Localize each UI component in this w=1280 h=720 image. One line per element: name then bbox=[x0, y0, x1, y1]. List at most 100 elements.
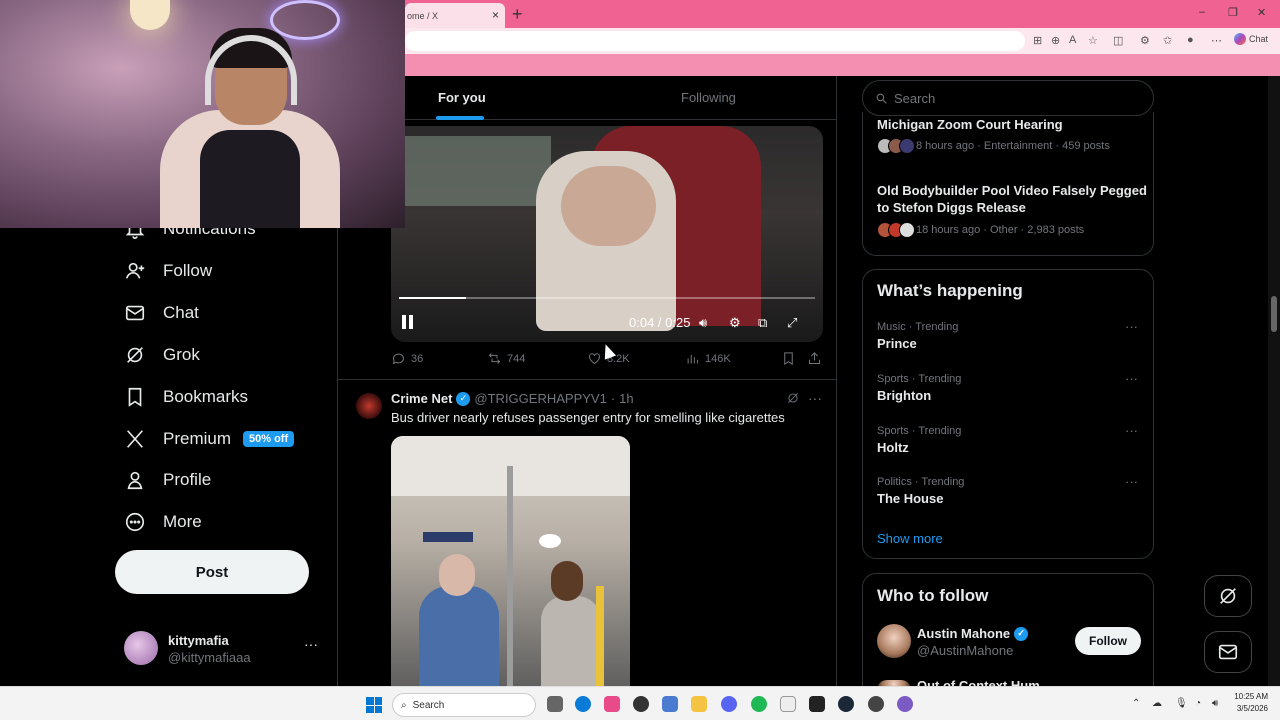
whats-happening-title: What’s happening bbox=[877, 281, 1023, 300]
edge-icon[interactable] bbox=[575, 696, 591, 712]
follow-button[interactable]: Follow bbox=[1075, 627, 1141, 655]
bus-pole bbox=[507, 466, 513, 686]
volume-icon[interactable]: 🔊︎ bbox=[699, 315, 707, 331]
avatar[interactable] bbox=[877, 624, 911, 658]
post-button[interactable]: Post bbox=[115, 550, 309, 594]
nav-more[interactable]: More bbox=[124, 507, 202, 537]
trend-more-icon[interactable]: ··· bbox=[1125, 371, 1138, 386]
alien-app-icon[interactable] bbox=[633, 696, 649, 712]
scrollbar[interactable] bbox=[1268, 76, 1280, 686]
tray-chevron-icon[interactable]: ⌃ bbox=[1132, 698, 1140, 709]
notepad-icon[interactable] bbox=[780, 696, 796, 712]
reply-button[interactable]: 36 bbox=[391, 351, 423, 366]
steam-icon[interactable] bbox=[838, 696, 854, 712]
fullscreen-icon[interactable]: ⤢ bbox=[787, 315, 797, 331]
microphone-icon[interactable]: 🎙︎ bbox=[1175, 698, 1188, 709]
chat-app-icon[interactable] bbox=[897, 696, 913, 712]
file-explorer-icon[interactable] bbox=[691, 696, 707, 712]
video-progress-track[interactable] bbox=[399, 297, 815, 299]
account-switcher[interactable]: kittymafia @kittymafiaaa ··· bbox=[124, 631, 324, 667]
search-input[interactable]: Search bbox=[862, 80, 1154, 116]
epic-games-icon[interactable] bbox=[809, 696, 825, 712]
copilot-app-icon[interactable] bbox=[604, 696, 620, 712]
more-circle-icon bbox=[124, 511, 146, 533]
spotify-icon[interactable] bbox=[751, 696, 767, 712]
browser-tab[interactable]: ome / X × bbox=[405, 3, 505, 28]
zoom-icon[interactable]: ⊕ bbox=[1051, 34, 1060, 47]
minimize-button[interactable]: – bbox=[1199, 6, 1205, 18]
settings-more-icon[interactable]: ⋯ bbox=[1211, 34, 1222, 47]
messages-float-button[interactable] bbox=[1204, 631, 1252, 673]
onedrive-icon[interactable]: ☁ bbox=[1152, 698, 1162, 709]
scrollbar-thumb[interactable] bbox=[1271, 296, 1277, 332]
trend-more-icon[interactable]: ··· bbox=[1125, 319, 1138, 334]
nav-premium[interactable]: Premium 50% off bbox=[124, 424, 295, 454]
video-player[interactable]: 0:04 / 0:25 🔊︎ ⚙ ⧉ ⤢ bbox=[391, 126, 823, 342]
speaker-icon[interactable]: 🔊︎ bbox=[1212, 698, 1218, 709]
news-title[interactable]: Old Bodybuilder Pool Video Falsely Pegge… bbox=[877, 182, 1147, 216]
trend-name[interactable]: Holtz bbox=[877, 440, 909, 455]
restore-button[interactable]: ❐ bbox=[1228, 6, 1238, 19]
grok-explain-icon[interactable] bbox=[786, 391, 800, 410]
nav-bookmarks[interactable]: Bookmarks bbox=[124, 382, 248, 412]
address-field[interactable] bbox=[405, 31, 1025, 51]
tab-for-you[interactable]: For you bbox=[438, 90, 486, 105]
nav-follow-label: Follow bbox=[163, 261, 213, 280]
trend-name[interactable]: Brighton bbox=[877, 388, 931, 403]
trend-more-icon[interactable]: ··· bbox=[1125, 423, 1138, 438]
obs-icon[interactable] bbox=[868, 696, 884, 712]
tweet-author-avatar[interactable] bbox=[356, 393, 382, 419]
suggested-user-name[interactable]: Austin Mahone ✓ bbox=[917, 626, 1029, 641]
tweet-author-handle[interactable]: @TRIGGERHAPPYV1 bbox=[474, 391, 606, 406]
show-more-link[interactable]: Show more bbox=[877, 531, 943, 546]
profile-icon[interactable]: ● bbox=[1187, 34, 1194, 46]
bus-passenger-left bbox=[419, 586, 499, 686]
nav-grok[interactable]: Grok bbox=[124, 340, 200, 370]
task-view-icon[interactable] bbox=[547, 696, 563, 712]
news-title[interactable]: Michigan Zoom Court Hearing bbox=[877, 116, 1147, 133]
store-icon[interactable] bbox=[662, 696, 678, 712]
split-screen-icon[interactable]: ◫ bbox=[1113, 34, 1123, 47]
read-aloud-icon[interactable]: A bbox=[1069, 34, 1076, 46]
taskbar-search[interactable]: ⌕ Search bbox=[392, 693, 536, 717]
trend-more-icon[interactable]: ··· bbox=[1125, 474, 1138, 489]
tweet-divider bbox=[338, 379, 836, 380]
whats-happening-card: What’s happening Music · Trending Prince… bbox=[862, 269, 1154, 559]
nav-follow[interactable]: Follow bbox=[124, 256, 212, 286]
copilot-chat-button[interactable]: Chat bbox=[1234, 33, 1268, 45]
tweet-image[interactable] bbox=[391, 436, 630, 686]
clock-date: 3/5/2026 bbox=[1236, 704, 1268, 713]
bus-passenger-right bbox=[541, 596, 601, 686]
extensions-icon[interactable]: ⚙ bbox=[1140, 34, 1150, 47]
trend-name[interactable]: The House bbox=[877, 491, 943, 506]
wifi-icon[interactable]: ◔ bbox=[1195, 698, 1201, 709]
tab-following[interactable]: Following bbox=[681, 90, 736, 105]
windows-start-icon[interactable] bbox=[366, 697, 382, 713]
close-window-button[interactable]: ✕ bbox=[1257, 6, 1266, 19]
share-button[interactable] bbox=[807, 351, 822, 366]
repost-button[interactable]: 744 bbox=[487, 351, 525, 366]
tab-close-icon[interactable]: × bbox=[492, 8, 499, 22]
favorites-icon[interactable]: ✩ bbox=[1163, 34, 1172, 47]
favorite-star-icon[interactable]: ☆ bbox=[1088, 34, 1098, 47]
grok-float-button[interactable] bbox=[1204, 575, 1252, 617]
bookmark-button[interactable] bbox=[781, 351, 796, 366]
discord-icon[interactable] bbox=[721, 696, 737, 712]
nav-profile-label: Profile bbox=[163, 470, 212, 489]
video-settings-icon[interactable]: ⚙ bbox=[729, 315, 741, 331]
tweet-timestamp[interactable]: 1h bbox=[619, 391, 633, 406]
reader-icon[interactable]: ⊞ bbox=[1033, 34, 1042, 47]
search-icon bbox=[876, 93, 887, 104]
new-tab-button[interactable]: + bbox=[512, 4, 523, 25]
pause-icon[interactable] bbox=[401, 315, 415, 329]
nav-profile[interactable]: Profile bbox=[124, 465, 211, 495]
tweet-author-name[interactable]: Crime Net bbox=[391, 391, 452, 406]
tweet-more-icon[interactable]: ··· bbox=[808, 390, 822, 406]
nav-chat[interactable]: Chat bbox=[124, 298, 199, 328]
trend-name[interactable]: Prince bbox=[877, 336, 917, 351]
account-more-icon[interactable]: ··· bbox=[304, 636, 318, 652]
views-button[interactable]: 146K bbox=[685, 351, 731, 366]
taskbar-search-label: Search bbox=[412, 699, 445, 711]
picture-in-picture-icon[interactable]: ⧉ bbox=[758, 315, 767, 331]
taskbar-clock[interactable]: 10:25 AM 3/5/2026 bbox=[1230, 691, 1268, 715]
